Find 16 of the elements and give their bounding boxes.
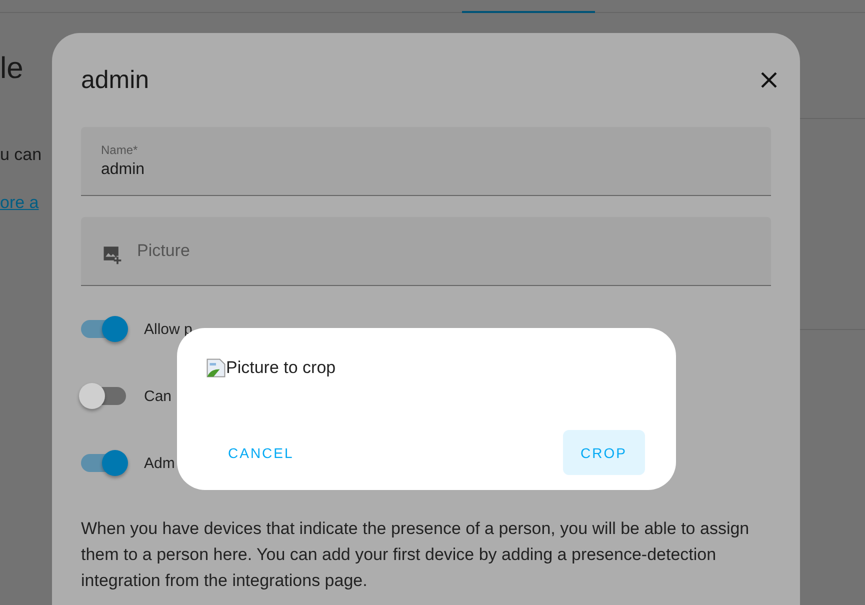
broken-image-icon bbox=[206, 358, 226, 378]
toggle-label: Can bbox=[144, 388, 172, 404]
cancel-button[interactable]: CANCEL bbox=[210, 430, 312, 475]
learn-more-link[interactable]: ore a bbox=[0, 193, 39, 213]
field-value: admin bbox=[101, 161, 146, 179]
name-field[interactable]: Name* admin bbox=[81, 127, 771, 196]
crop-button[interactable]: CROP bbox=[562, 430, 645, 475]
toggle-label: Adm bbox=[144, 454, 175, 472]
page-text: u can bbox=[0, 145, 42, 165]
field-label: Name* bbox=[101, 143, 139, 157]
field-placeholder: Picture bbox=[137, 241, 190, 261]
description-text: When you have devices that indicate the presence of a person, you will be able to assign them to a person here. You can add your first device by adding a presence-detection integration from the integrations page. bbox=[81, 518, 750, 592]
page-heading: le bbox=[0, 53, 24, 85]
dialog-title: admin bbox=[81, 66, 150, 94]
picture-field[interactable]: Picture bbox=[81, 217, 771, 286]
image-alt-text: Picture to crop bbox=[226, 358, 336, 378]
